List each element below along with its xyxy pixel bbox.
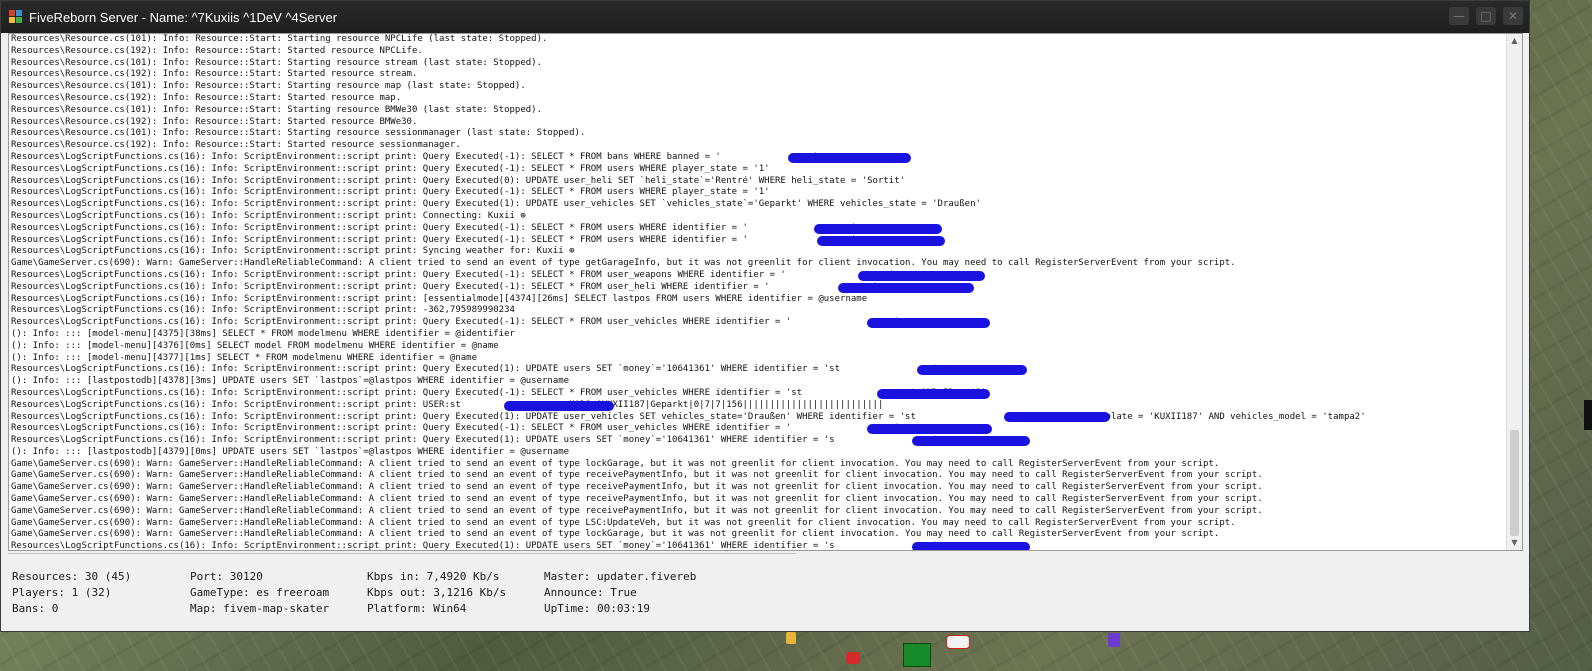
log-line: (): Info: ::: [model-menu][4376][0ms] SE… (11, 340, 499, 351)
log-line: Resources\Resource.cs(101): Info: Resour… (11, 81, 526, 92)
log-line: (): Info: ::: [lastpostodb][4378][3ms] U… (11, 376, 570, 387)
redaction-mark (867, 424, 992, 434)
stat-uptime: UpTime: 00:03:19 (544, 602, 650, 615)
log-line: Resources\LogScriptFunctions.cs(16): Inf… (11, 364, 938, 375)
log-line: Resources\Resource.cs(192): Info: Resour… (11, 140, 461, 151)
log-line: Resources\LogScriptFunctions.cs(16): Inf… (11, 199, 981, 210)
redaction-mark (817, 236, 945, 246)
redaction-mark (867, 318, 990, 328)
stat-kbps-in: Kbps in: 7,4920 Kb/s (367, 570, 500, 583)
stat-map: Map: fivem-map-skater (190, 602, 330, 615)
stat-platform: Platform: Win64 (367, 602, 467, 615)
close-button[interactable]: ✕ (1503, 7, 1523, 25)
app-icon (9, 10, 23, 24)
log-line: Resources\LogScriptFunctions.cs(16): Inf… (11, 210, 526, 221)
map-edge-marker (1584, 400, 1592, 430)
vertical-scrollbar[interactable]: ▲ ▼ (1506, 34, 1522, 550)
map-marker-red (846, 652, 860, 664)
log-line: Resources\LogScriptFunctions.cs(16): Inf… (11, 187, 770, 198)
log-line: (): Info: ::: [model-menu][4375][38ms] S… (11, 328, 515, 339)
log-line: Resources\LogScriptFunctions.cs(16): Inf… (11, 222, 857, 233)
redaction-mark (788, 153, 911, 163)
scrollbar-thumb[interactable] (1510, 430, 1519, 536)
log-line: Resources\LogScriptFunctions.cs(16): Inf… (11, 293, 868, 304)
log-line: Game\GameServer.cs(690): Warn: GameServe… (11, 258, 1236, 269)
redaction-mark (912, 436, 1030, 446)
map-marker-yellow (786, 632, 796, 644)
minimize-button[interactable]: — (1449, 7, 1469, 25)
log-line: Game\GameServer.cs(690): Warn: GameServe… (11, 458, 1220, 469)
maximize-button[interactable]: □ (1476, 7, 1496, 25)
log-line: Game\GameServer.cs(690): Warn: GameServe… (11, 517, 1236, 528)
stat-players: Players: 1 (32) (12, 586, 112, 599)
redaction-mark (504, 401, 614, 411)
window-title: FiveReborn Server - Name: ^7Kuxiis ^1DeV… (29, 9, 338, 25)
stat-resources: Resources: 30 (45) (12, 570, 132, 583)
redaction-mark (838, 283, 974, 293)
map-marker-purple (1108, 633, 1120, 647)
log-line: Resources\LogScriptFunctions.cs(16): Inf… (11, 246, 575, 257)
stat-gametype: GameType: es freeroam (190, 586, 330, 599)
log-line: Resources\Resource.cs(101): Info: Resour… (11, 34, 548, 44)
redaction-mark (917, 365, 1027, 375)
stat-announce: Announce: True (544, 586, 637, 599)
log-line: (): Info: ::: [lastpostodb][4379][0ms] U… (11, 446, 570, 457)
stat-port: Port: 30120 (190, 570, 263, 583)
log-line: Game\GameServer.cs(690): Warn: GameServe… (11, 529, 1220, 540)
command-input[interactable] (8, 553, 796, 554)
log-line: Resources\Resource.cs(101): Info: Resour… (11, 104, 543, 115)
log-line: Resources\LogScriptFunctions.cs(16): Inf… (11, 281, 878, 292)
redaction-mark (877, 389, 990, 399)
log-line: Resources\LogScriptFunctions.cs(16): Inf… (11, 399, 884, 410)
log-line: (): Info: ::: [model-menu][4377][1ms] SE… (11, 352, 477, 363)
log-line: Resources\LogScriptFunctions.cs(16): Inf… (11, 541, 938, 551)
log-line: Resources\Resource.cs(192): Info: Resour… (11, 45, 423, 56)
map-marker-green (903, 643, 931, 667)
redaction-mark (1004, 412, 1110, 422)
log-line: Resources\Resource.cs(192): Info: Resour… (11, 116, 418, 127)
log-line: Resources\Resource.cs(192): Info: Resour… (11, 69, 418, 80)
log-lines: Resources\Resource.cs(101): Info: Resour… (11, 34, 1506, 551)
log-line: Game\GameServer.cs(690): Warn: GameServe… (11, 470, 1263, 481)
log-line: Resources\Resource.cs(101): Info: Resour… (11, 128, 586, 139)
log-line: Resources\LogScriptFunctions.cs(16): Inf… (11, 411, 1366, 422)
server-window: FiveReborn Server - Name: ^7Kuxiis ^1DeV… (0, 0, 1530, 632)
log-line: Resources\LogScriptFunctions.cs(16): Inf… (11, 305, 515, 316)
console-log[interactable]: Resources\Resource.cs(101): Info: Resour… (8, 33, 1523, 551)
scroll-up-icon[interactable]: ▲ (1507, 34, 1522, 48)
stat-kbps-out: Kbps out: 3,1216 Kb/s (367, 586, 507, 599)
log-line: Resources\Resource.cs(192): Info: Resour… (11, 92, 402, 103)
log-line: Resources\LogScriptFunctions.cs(16): Inf… (11, 234, 857, 245)
log-line: Resources\LogScriptFunctions.cs(16): Inf… (11, 151, 819, 162)
log-line: Resources\LogScriptFunctions.cs(16): Inf… (11, 269, 895, 280)
log-line: Resources\LogScriptFunctions.cs(16): Inf… (11, 387, 987, 398)
log-line: Game\GameServer.cs(690): Warn: GameServe… (11, 505, 1263, 516)
log-line: Game\GameServer.cs(690): Warn: GameServe… (11, 482, 1263, 493)
log-line: Resources\LogScriptFunctions.cs(16): Inf… (11, 435, 938, 446)
stat-bans: Bans: 0 (12, 602, 59, 615)
map-marker-vehicle (946, 635, 970, 649)
title-bar[interactable]: FiveReborn Server - Name: ^7Kuxiis ^1DeV… (1, 1, 1529, 33)
log-line: Resources\LogScriptFunctions.cs(16): Inf… (11, 163, 770, 174)
log-line: Resources\LogScriptFunctions.cs(16): Inf… (11, 423, 900, 434)
redaction-mark (912, 542, 1030, 550)
redaction-mark (814, 224, 942, 234)
log-line: Resources\LogScriptFunctions.cs(16): Inf… (11, 175, 906, 186)
log-line: Game\GameServer.cs(690): Warn: GameServe… (11, 494, 1263, 505)
scroll-down-icon[interactable]: ▼ (1507, 536, 1522, 550)
log-line: Resources\LogScriptFunctions.cs(16): Inf… (11, 317, 900, 328)
redaction-mark (858, 271, 985, 281)
log-line: Resources\Resource.cs(101): Info: Resour… (11, 57, 543, 68)
stat-master: Master: updater.fivereb (544, 570, 697, 583)
